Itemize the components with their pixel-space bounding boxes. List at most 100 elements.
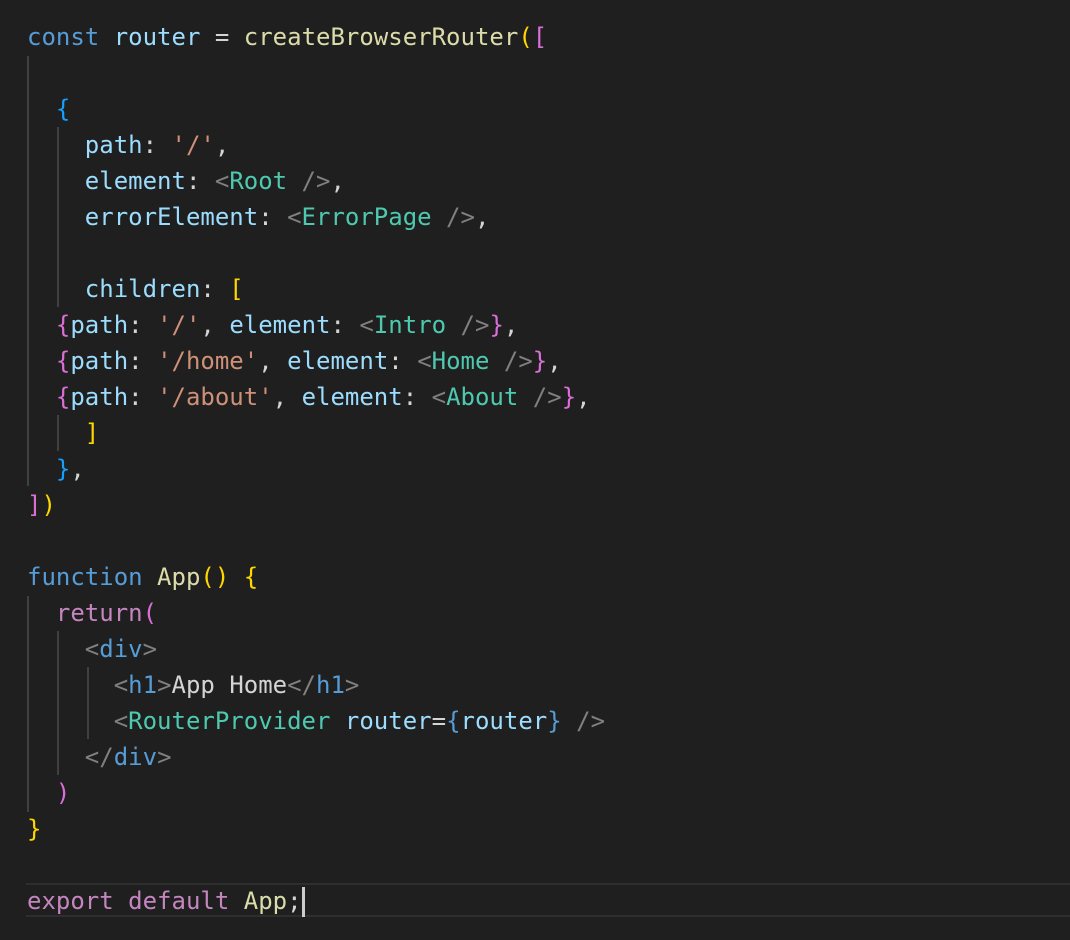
code-token: ] — [27, 491, 42, 519]
code-token: [ — [532, 23, 548, 51]
code-line[interactable]: }, — [27, 451, 85, 487]
code-token: , — [547, 347, 562, 375]
code-token: RouterProvider — [128, 707, 331, 735]
code-line[interactable]: { — [27, 91, 70, 127]
code-token: ] — [84, 419, 100, 447]
code-token: } — [547, 707, 562, 735]
code-editor[interactable]: const router = createBrowserRouter([ { p… — [0, 0, 1070, 940]
code-token: function — [27, 563, 143, 591]
code-token: h1 — [316, 671, 345, 699]
code-line[interactable]: {path: '/', element: <Intro />}, — [27, 307, 518, 343]
code-token: : — [185, 167, 215, 195]
code-token: , — [474, 203, 490, 231]
code-token: { — [55, 383, 71, 411]
code-token: { — [55, 95, 71, 123]
code-token: App — [157, 563, 201, 591]
code-token: [ — [229, 275, 244, 303]
code-token: < — [214, 167, 230, 195]
code-token: () — [200, 563, 230, 591]
code-token: < — [113, 707, 129, 735]
code-line[interactable]: {path: '/about', element: <About />}, — [27, 379, 591, 415]
code-token: } — [489, 311, 504, 339]
text-cursor — [301, 887, 305, 917]
code-line[interactable]: function App() { — [27, 559, 258, 595]
code-line[interactable]: path: '/', — [27, 127, 230, 163]
code-token: '/' — [157, 311, 201, 339]
code-token: ( — [142, 599, 158, 627]
code-token: = — [431, 707, 447, 735]
code-line[interactable]: </div> — [27, 739, 172, 775]
code-token: , — [70, 455, 85, 483]
code-token: element — [229, 311, 331, 339]
code-token: { — [55, 347, 71, 375]
code-token: > — [157, 671, 172, 699]
code-line[interactable]: } — [27, 811, 41, 847]
code-token: element — [84, 167, 186, 195]
code-line[interactable]: children: [ — [27, 271, 244, 307]
code-token: , — [258, 347, 288, 375]
code-token: '/' — [171, 131, 215, 159]
code-token: path — [70, 347, 129, 375]
code-token: } — [532, 347, 548, 375]
code-line[interactable]: errorElement: <ErrorPage />, — [27, 199, 490, 235]
code-token: /> — [287, 167, 331, 195]
code-token: : — [200, 275, 230, 303]
code-line[interactable]: const router = createBrowserRouter([ — [27, 19, 547, 55]
code-token: router — [113, 23, 201, 51]
code-token: ) — [41, 491, 56, 519]
code-line[interactable]: {path: '/home', element: <Home />}, — [27, 343, 562, 379]
code-token: } — [27, 815, 42, 843]
code-token: : — [128, 347, 158, 375]
code-line[interactable]: ] — [27, 415, 99, 451]
code-token: : — [402, 383, 432, 411]
code-line[interactable]: <h1>App Home</h1> — [27, 667, 360, 703]
code-token: div — [113, 743, 158, 771]
code-token: > — [142, 635, 158, 663]
code-token: { — [446, 707, 461, 735]
code-line[interactable]: element: <Root />, — [27, 163, 345, 199]
code-token: < — [287, 203, 302, 231]
code-line[interactable]: ]) — [27, 487, 56, 523]
code-token: path — [84, 131, 143, 159]
code-token: About — [446, 383, 519, 411]
code-token: < — [417, 347, 432, 375]
code-token: : — [388, 347, 418, 375]
code-token: ( — [518, 23, 533, 51]
code-line[interactable]: ) — [27, 775, 70, 811]
code-line[interactable]: export default App; — [27, 883, 305, 919]
code-token: element — [301, 383, 403, 411]
code-token: ) — [55, 779, 71, 807]
code-token: router — [344, 707, 432, 735]
code-line[interactable]: return( — [27, 595, 157, 631]
code-line[interactable]: <div> — [27, 631, 157, 667]
code-token: < — [84, 635, 100, 663]
code-token: path — [70, 311, 129, 339]
code-token: '/about' — [157, 383, 273, 411]
code-token: < — [431, 383, 447, 411]
code-token: ; — [287, 887, 302, 915]
code-token: '/home' — [157, 347, 259, 375]
code-token: /> — [518, 383, 562, 411]
code-line[interactable]: <RouterProvider router={router} /> — [27, 703, 605, 739]
code-token: , — [576, 383, 591, 411]
code-token: div — [99, 635, 143, 663]
code-token: > — [344, 671, 360, 699]
code-token: App Home — [171, 671, 288, 699]
code-token: , — [200, 311, 230, 339]
code-token: , — [503, 311, 519, 339]
code-token: { — [55, 311, 71, 339]
